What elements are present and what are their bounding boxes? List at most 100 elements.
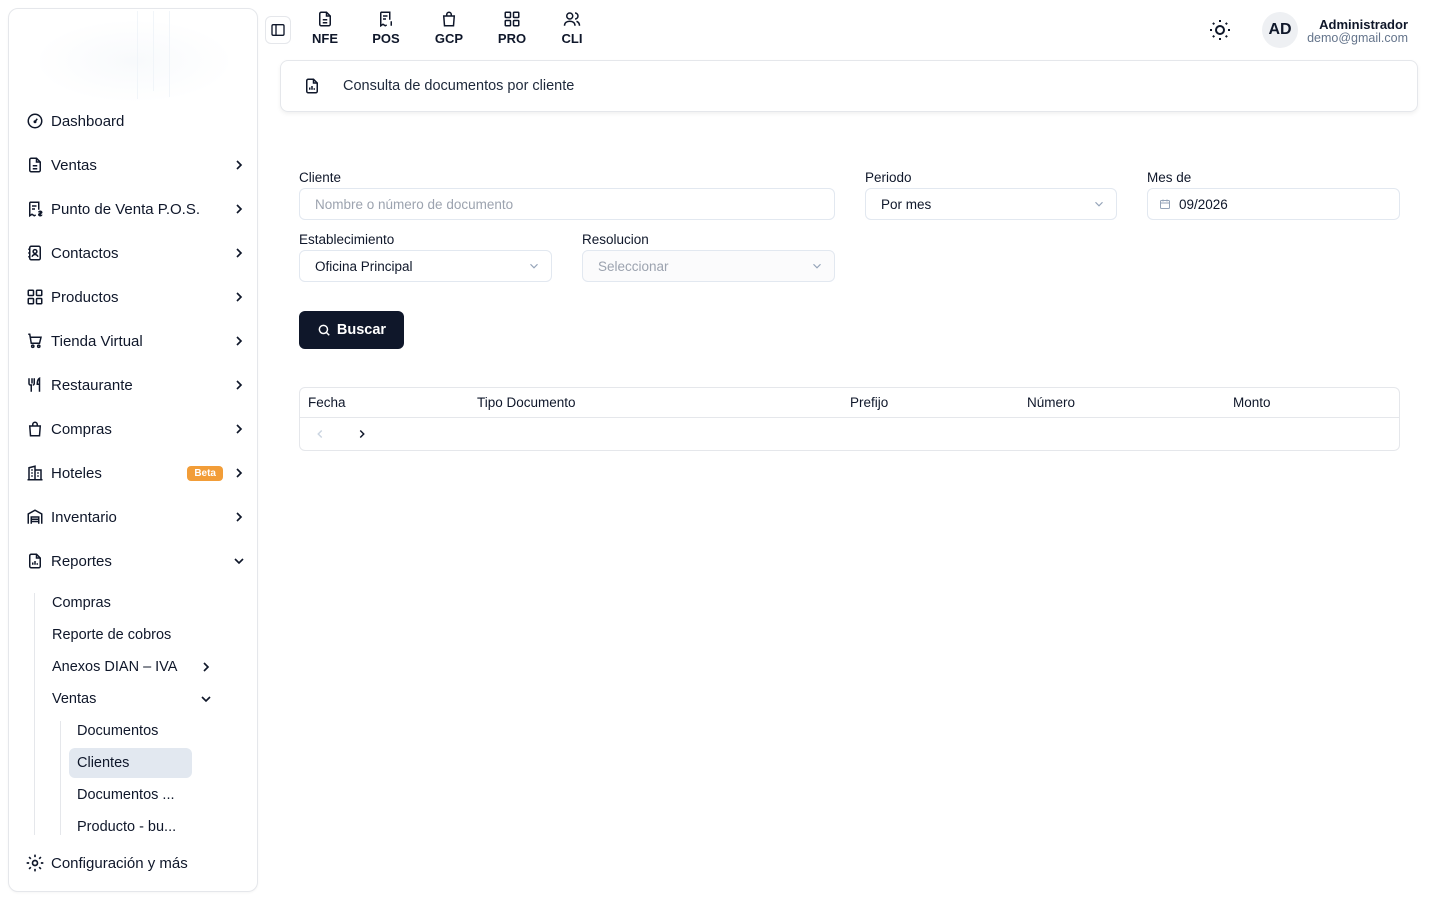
cliente-input[interactable]: Nombre o número de documento	[299, 188, 835, 220]
sidebar-item-contactos[interactable]: Contactos	[25, 235, 247, 271]
calendar-icon	[1160, 199, 1170, 209]
mes-value: 09/2026	[1179, 196, 1228, 212]
receipt-dollar-icon	[380, 11, 392, 28]
module-label: GCP	[434, 31, 464, 46]
cart-icon	[25, 331, 45, 351]
periodo-label: Periodo	[865, 170, 912, 185]
sidebar-item-label: Punto de Venta P.O.S.	[51, 200, 201, 218]
submenu-guide-line	[34, 593, 35, 835]
sidebar-item-label: Contactos	[51, 244, 119, 262]
page-title: Consulta de documentos por cliente	[343, 78, 575, 94]
sidebar: Dashboard Ventas Punto de Venta P.O.S. C…	[8, 8, 258, 892]
mes-date-input[interactable]: 09/2026	[1147, 188, 1400, 220]
subitem-label: Documentos ...	[77, 787, 175, 803]
chevron-left-icon	[317, 429, 323, 439]
table-header: Fecha Tipo Documento Prefijo Número Mont…	[300, 388, 1399, 418]
sidebar-subitem-compras[interactable]: Compras	[44, 589, 214, 617]
sidebar-subitem-documentos-2[interactable]: Documentos ...	[69, 781, 192, 809]
report-icon	[306, 78, 318, 94]
results-table: Fecha Tipo Documento Prefijo Número Mont…	[299, 387, 1400, 451]
column-header-monto[interactable]: Monto	[1233, 395, 1271, 410]
search-icon	[318, 324, 330, 336]
resolucion-select[interactable]: Seleccionar	[582, 250, 835, 282]
sidebar-subitem-documentos[interactable]: Documentos	[69, 717, 192, 745]
subitem-label: Documentos	[77, 723, 159, 739]
module-pos-button[interactable]: POS	[362, 10, 410, 46]
previous-page-button[interactable]	[310, 424, 330, 444]
chevron-right-icon	[236, 160, 243, 170]
chevron-down-icon	[234, 558, 244, 565]
module-label: CLI	[561, 31, 583, 46]
sidebar-subitem-producto[interactable]: Producto - bu...	[69, 813, 192, 841]
submenu-guide-line	[60, 721, 61, 835]
sun-icon	[1210, 20, 1230, 40]
sidebar-item-label: Dashboard	[51, 112, 125, 130]
chevron-down-icon	[530, 263, 538, 269]
sidebar-toggle-button[interactable]	[265, 16, 291, 44]
sidebar-item-hoteles[interactable]: Hoteles Beta	[25, 455, 247, 491]
sidebar-item-compras[interactable]: Compras	[25, 411, 247, 447]
user-name: Administrador	[1319, 17, 1408, 32]
module-label: NFE	[312, 31, 338, 46]
periodo-select[interactable]: Por mes	[865, 188, 1117, 220]
sidebar-item-pos[interactable]: Punto de Venta P.O.S.	[25, 191, 247, 227]
chevron-right-icon	[236, 468, 243, 478]
chevron-right-icon	[236, 512, 243, 522]
grid-icon	[25, 287, 45, 307]
chevron-right-icon	[236, 292, 243, 302]
sidebar-subitem-anexos-dian[interactable]: Anexos DIAN – IVA	[44, 653, 214, 681]
sidebar-item-restaurante[interactable]: Restaurante	[25, 367, 247, 403]
sidebar-item-dashboard[interactable]: Dashboard	[25, 103, 247, 139]
logo	[29, 11, 239, 101]
module-pro-button[interactable]: PRO	[488, 10, 536, 46]
avatar[interactable]: AD	[1262, 12, 1298, 48]
theme-toggle-button[interactable]	[1208, 18, 1232, 42]
sidebar-subitem-clientes[interactable]: Clientes	[69, 748, 192, 778]
sidebar-subitem-ventas[interactable]: Ventas	[44, 685, 214, 713]
cliente-placeholder: Nombre o número de documento	[315, 196, 514, 212]
sidebar-item-label: Compras	[51, 420, 112, 438]
module-label: PRO	[497, 31, 527, 46]
module-nfe-button[interactable]: NFE	[301, 10, 349, 46]
hotel-icon	[25, 463, 45, 483]
column-header-tipo-documento[interactable]: Tipo Documento	[477, 395, 576, 410]
column-header-fecha[interactable]: Fecha	[308, 395, 346, 410]
column-header-prefijo[interactable]: Prefijo	[850, 395, 888, 410]
sidebar-item-configuracion[interactable]: Configuración y más	[25, 845, 247, 881]
subitem-label: Ventas	[52, 691, 97, 707]
subitem-label: Producto - bu...	[77, 819, 177, 835]
module-cli-button[interactable]: CLI	[548, 10, 596, 46]
chevron-right-icon	[236, 336, 243, 346]
chevron-down-icon	[813, 263, 821, 269]
sidebar-item-label: Reportes	[51, 552, 112, 570]
sidebar-item-ventas[interactable]: Ventas	[25, 147, 247, 183]
buscar-button[interactable]: Buscar	[299, 311, 404, 349]
module-label: POS	[372, 31, 400, 46]
contact-book-icon	[25, 243, 45, 263]
periodo-value: Por mes	[881, 196, 932, 212]
chevron-right-icon	[236, 204, 243, 214]
panel-left-icon	[271, 24, 285, 36]
sidebar-item-label: Inventario	[51, 508, 117, 526]
chevron-right-icon	[236, 380, 243, 390]
establecimiento-value: Oficina Principal	[315, 258, 413, 274]
buscar-label: Buscar	[336, 322, 387, 338]
receipt-dollar-icon	[25, 199, 45, 219]
sidebar-item-productos[interactable]: Productos	[25, 279, 247, 315]
chevron-right-icon	[203, 662, 210, 672]
gauge-icon	[25, 111, 45, 131]
utensils-icon	[25, 375, 45, 395]
sidebar-item-reportes[interactable]: Reportes	[25, 543, 247, 579]
subitem-label: Reporte de cobros	[52, 627, 172, 643]
module-gcp-button[interactable]: GCP	[425, 10, 473, 46]
next-page-button[interactable]	[352, 424, 372, 444]
establecimiento-select[interactable]: Oficina Principal	[299, 250, 552, 282]
cliente-label: Cliente	[299, 170, 342, 185]
subitem-label: Anexos DIAN – IVA	[52, 659, 178, 675]
resolucion-placeholder: Seleccionar	[598, 258, 669, 274]
subitem-label: Compras	[52, 595, 111, 611]
sidebar-item-tienda-virtual[interactable]: Tienda Virtual	[25, 323, 247, 359]
column-header-numero[interactable]: Número	[1027, 395, 1075, 410]
sidebar-subitem-reporte-cobros[interactable]: Reporte de cobros	[44, 621, 214, 649]
sidebar-item-inventario[interactable]: Inventario	[25, 499, 247, 535]
